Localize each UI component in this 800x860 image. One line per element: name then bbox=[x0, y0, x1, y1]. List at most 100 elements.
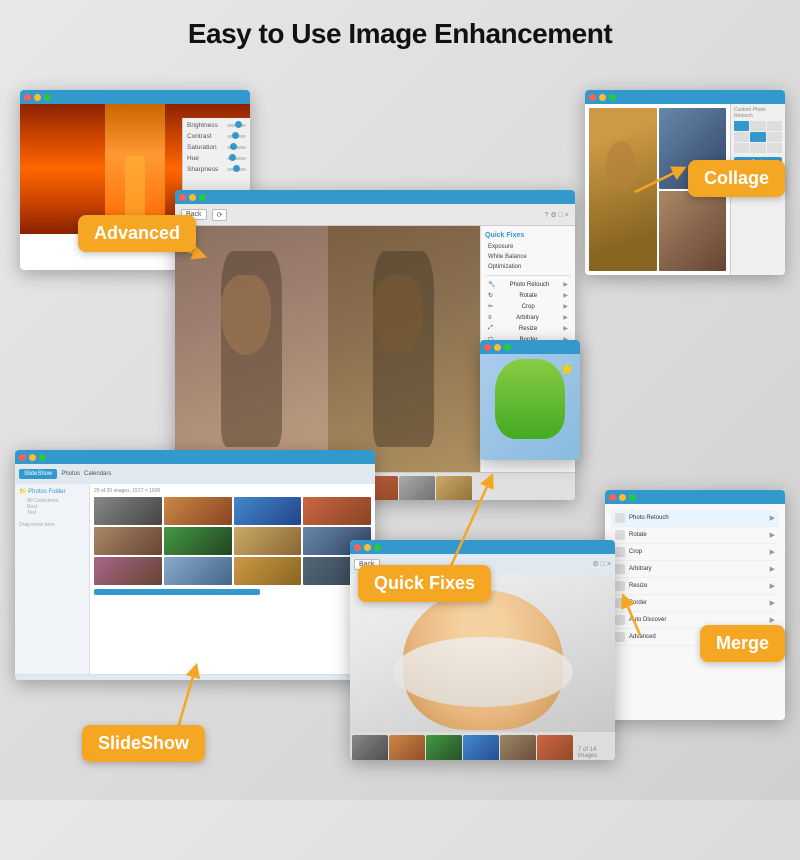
rotate-icon bbox=[615, 530, 625, 540]
strip-thumb-8 bbox=[436, 476, 472, 501]
titlebar-slideshow bbox=[15, 450, 375, 464]
qf-white-balance[interactable]: White Balance bbox=[485, 252, 571, 262]
merge-rotate[interactable]: Rotate ▶ bbox=[611, 527, 779, 544]
merge-arbitrary[interactable]: Arbitrary ▶ bbox=[611, 561, 779, 578]
baby-thumb-5 bbox=[500, 735, 536, 760]
titlebar-cartoon bbox=[480, 340, 580, 354]
ss-thumb-7 bbox=[234, 527, 302, 555]
arbitrary-icon bbox=[615, 564, 625, 574]
max-dot-ss bbox=[39, 454, 46, 461]
slideshow-toolbar: SlideShow Photos Calendars bbox=[15, 464, 375, 484]
photo-after bbox=[328, 226, 481, 472]
merge-resize[interactable]: Resize ▶ bbox=[611, 578, 779, 595]
titlebar-merge bbox=[605, 490, 785, 504]
crop-icon bbox=[615, 547, 625, 557]
ss-thumb-1 bbox=[94, 497, 162, 525]
callout-slideshow: SlideShow bbox=[82, 725, 205, 762]
min-dot-qf bbox=[189, 194, 196, 201]
merge-photo-retouch[interactable]: Photo Retouch ▶ bbox=[611, 510, 779, 527]
slideshow-progress bbox=[94, 589, 260, 595]
divider-1 bbox=[485, 275, 571, 276]
min-dot-ss bbox=[29, 454, 36, 461]
forward-btn[interactable]: ⟳ bbox=[212, 209, 228, 221]
close-dot-qf bbox=[179, 194, 186, 201]
collage-layout-grid bbox=[734, 121, 782, 153]
photos-folder[interactable]: 📁 Photos Folder bbox=[19, 488, 85, 495]
qf-optimization[interactable]: Optimization bbox=[485, 262, 571, 272]
close-dot-baby bbox=[354, 544, 361, 551]
slideshow-grid bbox=[94, 497, 371, 585]
baby-filmstrip: 7 of 14 images bbox=[350, 732, 615, 760]
callout-quickfixes: Quick Fixes bbox=[358, 565, 491, 602]
max-dot-c bbox=[504, 344, 511, 351]
slider-hue: Hue bbox=[187, 155, 246, 162]
min-dot bbox=[34, 94, 41, 101]
window-cartoon: ★ bbox=[480, 340, 580, 460]
slideshow-grid-area: 20 of 20 images, 1577 × 1606 bbox=[90, 484, 375, 674]
merge-body: Photo Retouch ▶ Rotate ▶ Crop ▶ Arbitrar… bbox=[605, 504, 785, 720]
baby-image-count: 7 of 14 images bbox=[578, 747, 613, 759]
ss-thumb-2 bbox=[164, 497, 232, 525]
slideshow-status-bar: 20 images bbox=[15, 674, 375, 680]
photo-retouch-icon bbox=[615, 513, 625, 523]
min-dot-collage bbox=[599, 94, 606, 101]
slideshow-tab[interactable]: SlideShow bbox=[19, 469, 57, 479]
photo-before bbox=[175, 226, 328, 472]
close-dot-collage bbox=[589, 94, 596, 101]
merge-border[interactable]: Border ▶ bbox=[611, 595, 779, 612]
qf-exposure[interactable]: Exposure bbox=[485, 242, 571, 252]
titlebar-baby bbox=[350, 540, 615, 554]
ss-thumb-3 bbox=[234, 497, 302, 525]
max-dot-baby bbox=[374, 544, 381, 551]
slideshow-body: 📁 Photos Folder All Collections Best Tes… bbox=[15, 484, 375, 674]
ss-thumb-4 bbox=[303, 497, 371, 525]
min-dot-c bbox=[494, 344, 501, 351]
resize-icon bbox=[615, 581, 625, 591]
strip-thumb-7 bbox=[399, 476, 435, 501]
callout-advanced: Advanced bbox=[78, 215, 196, 252]
slideshow-count: 20 of 20 images, 1577 × 1606 bbox=[94, 488, 371, 494]
qf-resize[interactable]: ⤢ Resize ▶ bbox=[485, 323, 571, 334]
photo-compare bbox=[175, 226, 480, 472]
merge-crop[interactable]: Crop ▶ bbox=[611, 544, 779, 561]
max-dot-qf bbox=[199, 194, 206, 201]
close-dot-ss bbox=[19, 454, 26, 461]
max-dot bbox=[44, 94, 51, 101]
max-dot-collage bbox=[609, 94, 616, 101]
titlebar-collage bbox=[585, 90, 785, 104]
auto-discover-icon bbox=[615, 615, 625, 625]
ss-thumb-5 bbox=[94, 527, 162, 555]
qf-crop[interactable]: ✂ Crop ▶ bbox=[485, 301, 571, 312]
qf-photo-retouch[interactable]: 🔧 Photo Retouch ▶ bbox=[485, 279, 571, 290]
window-merge: Photo Retouch ▶ Rotate ▶ Crop ▶ Arbitrar… bbox=[605, 490, 785, 720]
max-dot-merge bbox=[629, 494, 636, 501]
canvas-area: Brightness Contrast Saturation Hue Sharp… bbox=[0, 60, 800, 800]
border-icon bbox=[615, 598, 625, 608]
ss-thumb-6 bbox=[164, 527, 232, 555]
cartoon-star-icon: ★ bbox=[559, 359, 575, 380]
min-dot-baby bbox=[364, 544, 371, 551]
cartoon-body: ★ bbox=[480, 354, 580, 460]
quickfix-toolbar: Back ⟳ ? ⚙ □ × bbox=[175, 204, 575, 226]
slideshow-sidebar: 📁 Photos Folder All Collections Best Tes… bbox=[15, 484, 90, 674]
baby-thumb-3 bbox=[426, 735, 462, 760]
cartoon-figure bbox=[495, 359, 565, 439]
baby-thumb-6 bbox=[537, 735, 573, 760]
page-title: Easy to Use Image Enhancement bbox=[0, 0, 800, 60]
collage-photo-1 bbox=[589, 108, 657, 271]
close-dot bbox=[24, 94, 31, 101]
slider-brightness: Brightness bbox=[187, 122, 246, 129]
qf-rotate[interactable]: ↻ Rotate ▶ bbox=[485, 290, 571, 301]
slider-contrast: Contrast bbox=[187, 133, 246, 140]
baby-arms bbox=[393, 637, 573, 707]
baby-thumb-2 bbox=[389, 735, 425, 760]
baby-thumb-1 bbox=[352, 735, 388, 760]
qf-arbitrary[interactable]: ≡ Arbitrary ▶ bbox=[485, 312, 571, 323]
baby-thumb-4 bbox=[463, 735, 499, 760]
ss-thumb-10 bbox=[164, 557, 232, 585]
slider-saturation: Saturation bbox=[187, 144, 246, 151]
titlebar-quickfixes bbox=[175, 190, 575, 204]
titlebar-advanced bbox=[20, 90, 250, 104]
qf-title: Quick Fixes bbox=[485, 232, 571, 239]
close-dot-c bbox=[484, 344, 491, 351]
